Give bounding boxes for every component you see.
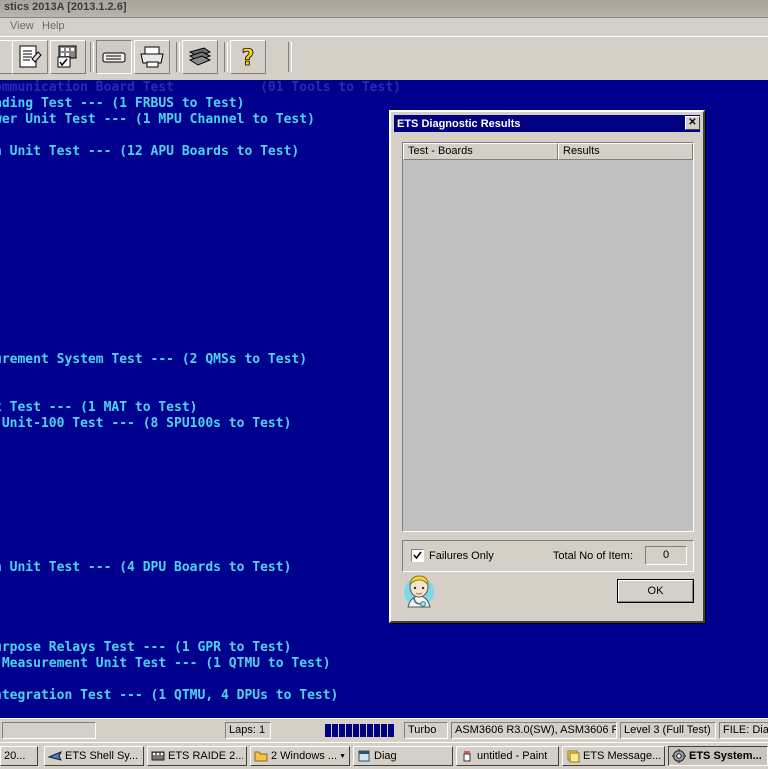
column-header-test-boards[interactable]: Test - Boards xyxy=(403,143,558,160)
svg-text:?: ? xyxy=(242,46,255,71)
progress-block xyxy=(388,724,394,737)
doctor-character-icon xyxy=(401,574,437,608)
status-file: FILE: Diag xyxy=(719,722,768,739)
menu-item-view[interactable]: View xyxy=(6,20,38,32)
progress-block xyxy=(325,724,331,737)
edit-document-icon xyxy=(13,43,47,71)
taskbar-item-5[interactable]: Diag xyxy=(353,746,453,766)
ets-diagnostic-results-dialog: ETS Diagnostic Results ✕ Test - Boards R… xyxy=(389,110,705,623)
taskbar-item-label: 2 Windows ... xyxy=(271,750,337,762)
taskbar-item-4[interactable]: 2 Windows ... ▼ xyxy=(250,746,350,766)
menubar: View Help xyxy=(0,18,768,35)
total-items-label: Total No of Item: xyxy=(552,550,633,562)
progress-block xyxy=(353,724,359,737)
taskbar-item-1[interactable]: 20... xyxy=(0,746,38,766)
paint-icon xyxy=(460,749,474,763)
print-preview-icon xyxy=(97,43,131,71)
dialog-title-text: ETS Diagnostic Results xyxy=(397,117,521,130)
menu-item-help[interactable]: Help xyxy=(38,20,69,32)
notes-icon xyxy=(566,749,580,763)
console-line: x Test --- (1 MAT to Test) xyxy=(0,400,198,415)
status-turbo: Turbo xyxy=(404,722,448,739)
progress-block xyxy=(346,724,352,737)
progress-block xyxy=(332,724,338,737)
taskbar-item-label: 20... xyxy=(4,750,26,762)
checklist-report-icon xyxy=(51,43,85,71)
taskbar-item-label: ETS Shell Sy... xyxy=(65,750,139,762)
taskbar-item-3[interactable]: ETS RAIDE 2... xyxy=(147,746,247,766)
listview-header: Test - Boards Results xyxy=(403,143,693,160)
plane-icon xyxy=(47,749,63,763)
progress-block xyxy=(381,724,387,737)
status-pane-2 xyxy=(100,722,222,739)
toolbar-button-print[interactable] xyxy=(134,40,170,74)
console-line: n Unit Test --- (4 DPU Boards to Test) xyxy=(0,560,292,575)
gear-icon xyxy=(672,749,686,763)
total-items-value: 0 xyxy=(645,546,687,565)
close-icon[interactable]: ✕ xyxy=(685,116,700,130)
toolbar-button-help[interactable]: ? xyxy=(230,40,266,74)
chevron-down-icon[interactable]: ▼ xyxy=(339,753,346,760)
film-icon xyxy=(151,749,165,763)
card-stack-icon xyxy=(183,43,217,71)
toolbar-button-print-preview[interactable] xyxy=(96,40,132,74)
printer-icon xyxy=(135,43,169,71)
taskbar-item-label: untitled - Paint xyxy=(477,750,548,762)
toolbar-divider-4 xyxy=(288,42,292,72)
progress-block xyxy=(339,724,345,737)
status-level: Level 3 (Full Test) xyxy=(620,722,716,739)
console-line: ommunication Board Test (01 Tools to Tes… xyxy=(0,80,401,95)
taskbar-item-label: ETS System... xyxy=(689,750,762,762)
failures-only-label[interactable]: Failures Only xyxy=(429,550,494,562)
status-pane-1 xyxy=(2,722,96,739)
toolbar: ? xyxy=(0,36,768,81)
progress-block xyxy=(367,724,373,737)
taskbar-item-label: ETS Message... xyxy=(583,750,661,762)
options-group: Failures Only Total No of Item: 0 xyxy=(402,540,694,572)
status-laps: Laps: 1 xyxy=(225,722,271,739)
taskbar-item-7[interactable]: ETS Message... xyxy=(562,746,665,766)
console-line: urement System Test --- (2 QMSs to Test) xyxy=(0,352,308,367)
console-line: wer Unit Test --- (1 MPU Channel to Test… xyxy=(0,112,315,127)
console-line: urpose Relays Test --- (1 GPR to Test) xyxy=(0,640,292,655)
toolbar-top-divider xyxy=(0,36,768,37)
ok-button[interactable]: OK xyxy=(617,579,694,603)
toolbar-button-checklist-report[interactable] xyxy=(50,40,86,74)
help-question-icon: ? xyxy=(231,43,265,71)
taskbar-item-2[interactable]: ETS Shell Sy... xyxy=(44,746,144,766)
toolbar-divider-1 xyxy=(90,42,94,72)
dialog-titlebar: ETS Diagnostic Results xyxy=(394,115,700,132)
app-titlebar: stics 2013A [2013.1.2.6] xyxy=(0,0,768,18)
taskbar-item-6[interactable]: untitled - Paint xyxy=(456,746,559,766)
console-line: Unit-100 Test --- (8 SPU100s to Test) xyxy=(0,416,292,431)
ok-button-label: OK xyxy=(618,580,693,602)
toolbar-button-edit-document[interactable] xyxy=(12,40,48,74)
column-header-results[interactable]: Results xyxy=(558,143,693,160)
results-listview[interactable]: Test - Boards Results xyxy=(402,142,694,532)
taskbar-item-label: Diag xyxy=(374,750,397,762)
progress-block xyxy=(360,724,366,737)
app-title: stics 2013A [2013.1.2.6] xyxy=(4,1,127,13)
statusbar: Laps: 1 Turbo ASM3606 R3.0(SW), ASM3606 … xyxy=(0,718,768,743)
check-icon xyxy=(413,551,422,560)
progress-block xyxy=(374,724,380,737)
toolbar-divider-3 xyxy=(224,42,228,72)
failures-only-checkbox[interactable] xyxy=(411,549,424,562)
status-versions: ASM3606 R3.0(SW), ASM3606 R3.0(HW) xyxy=(451,722,617,739)
taskbar-item-label: ETS RAIDE 2... xyxy=(168,750,243,762)
taskbar: 20... ETS Shell Sy... ETS RAIDE 2... 2 Wind… xyxy=(0,742,768,769)
console-line: ading Test --- (1 FRBUS to Test) xyxy=(0,96,245,111)
taskbar-item-8[interactable]: ETS System... xyxy=(668,746,768,766)
console-line: ntegration Test --- (1 QTMU, 4 DPUs to T… xyxy=(0,688,339,703)
console-line: n Unit Test --- (12 APU Boards to Test) xyxy=(0,144,300,159)
window-icon xyxy=(357,749,371,763)
toolbar-button-card-stack[interactable] xyxy=(182,40,218,74)
toolbar-divider-2 xyxy=(176,42,180,72)
folder-icon xyxy=(254,749,268,763)
listview-body[interactable] xyxy=(403,160,693,531)
console-line: Measurement Unit Test --- (1 QTMU to Tes… xyxy=(0,656,331,671)
status-progress-bar xyxy=(325,723,399,738)
